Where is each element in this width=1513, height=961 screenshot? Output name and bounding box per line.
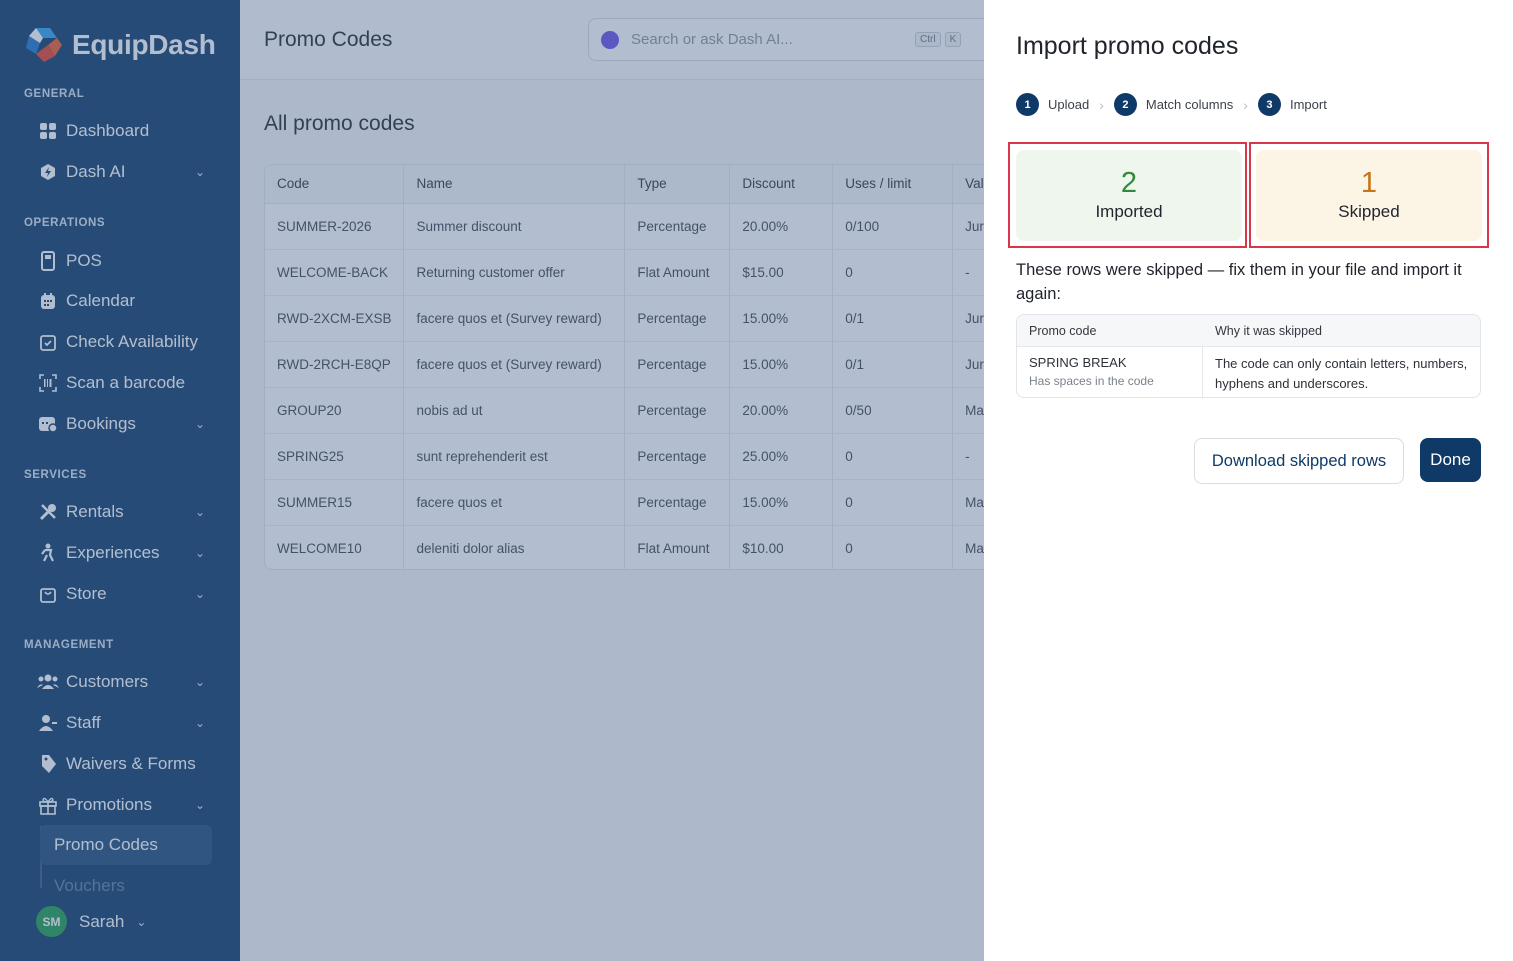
skipped-rows-message: These rows were skipped — fix them in yo… [1016,261,1462,303]
chevron-right-icon: › [1243,96,1248,113]
table-row: SPRING BREAK Has spaces in the code The … [1017,347,1480,397]
skipped-rows-table: Promo code Why it was skipped SPRING BRE… [1016,314,1481,398]
step-import: 3 Import [1257,93,1327,116]
step-match-columns: 2 Match columns [1113,93,1234,116]
chevron-right-icon: › [1099,96,1104,113]
skipped-table-header: Promo code Why it was skipped [1017,315,1480,347]
modal-backdrop[interactable] [0,0,984,961]
skipped-code-note: Has spaces in the code [1029,374,1154,388]
highlight-box-imported [1008,142,1247,248]
step-label: Import [1289,97,1327,112]
import-stepper: 1 Upload › 2 Match columns › 3 Import [1016,93,1327,116]
step-upload: 1 Upload [1016,93,1089,116]
skipped-code: SPRING BREAK [1029,355,1127,370]
step-number: 1 [1016,93,1039,116]
step-number: 2 [1113,93,1137,116]
skipped-reason: The code can only contain letters, numbe… [1215,356,1468,391]
step-number: 3 [1257,93,1281,116]
step-label: Match columns [1145,97,1234,112]
drawer-title: Import promo codes [1016,32,1239,60]
download-skipped-rows-button[interactable]: Download skipped rows [1194,438,1404,484]
import-drawer: Import promo codes 1 Upload › 2 Match co… [984,0,1513,961]
step-label: Upload [1048,97,1090,112]
highlight-box-skipped [1249,142,1489,248]
done-button[interactable]: Done [1420,438,1481,482]
column-header-promo-code: Promo code [1029,323,1097,338]
column-header-reason: Why it was skipped [1215,323,1322,338]
